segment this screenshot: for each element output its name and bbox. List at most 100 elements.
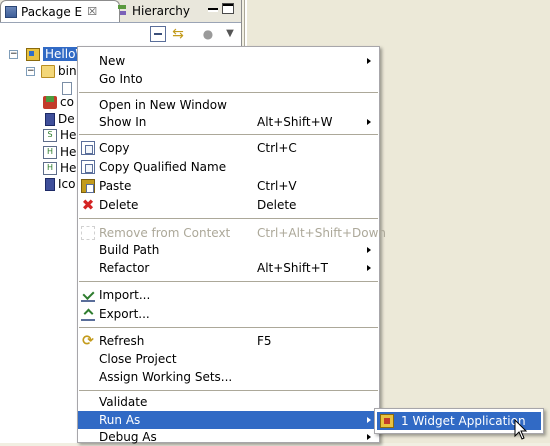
tree-item-de[interactable]: De — [45, 111, 75, 127]
menu-item-assign-working-sets[interactable]: Assign Working Sets... — [78, 368, 379, 386]
maximize-button[interactable] — [222, 3, 234, 14]
submenu-arrow-icon — [367, 58, 371, 64]
submenu-arrow-icon — [367, 417, 371, 423]
menu-item-label: Delete — [99, 198, 139, 212]
menu-item-label: Debug As — [99, 430, 157, 444]
tree-item-ico[interactable]: Ico — [45, 176, 75, 192]
copy-qualified-icon — [81, 160, 95, 174]
view-toolbar: ⇆ ● ▼ — [0, 23, 241, 45]
menu-item-paste[interactable]: Paste Ctrl+V — [78, 177, 379, 195]
view-menu-icon[interactable]: ▼ — [222, 26, 238, 42]
menu-item-label: Open in New Window — [99, 98, 227, 112]
menu-item-import[interactable]: Import... — [78, 286, 379, 304]
tab-package-explorer[interactable]: Package E ☒ — [0, 0, 120, 22]
menu-item-new[interactable]: New — [78, 52, 379, 70]
tree-item-label: He — [60, 145, 77, 159]
import-icon — [81, 288, 95, 302]
menu-item-copy-qualified-name[interactable]: Copy Qualified Name — [78, 158, 379, 176]
menu-item-show-in[interactable]: Show In Alt+Shift+W — [78, 113, 379, 131]
menu-item-label: New — [99, 54, 126, 68]
menu-item-go-into[interactable]: Go Into — [78, 70, 379, 88]
library-icon — [45, 177, 55, 191]
tree-item-label: He — [60, 161, 77, 175]
link-with-editor-icon[interactable]: ⇆ — [170, 26, 186, 42]
menu-separator — [79, 134, 378, 135]
menu-item-accelerator: Ctrl+Alt+Shift+Down — [257, 226, 387, 240]
context-menu: New Go Into Open in New Window Show In A… — [77, 46, 386, 446]
minimize-button[interactable] — [208, 8, 218, 12]
submenu-arrow-icon — [367, 265, 371, 271]
remove-context-icon — [81, 226, 95, 240]
menu-item-label: Run As — [99, 413, 141, 427]
menu-item-close-project[interactable]: Close Project — [78, 350, 379, 368]
submenu-arrow-icon — [367, 434, 371, 440]
menu-item-label: Validate — [99, 395, 148, 409]
menu-item-remove-from-context: Remove from Context Ctrl+Alt+Shift+Down — [78, 224, 386, 242]
cube-icon — [43, 95, 57, 109]
collapse-twisty-icon[interactable]: − — [26, 66, 35, 76]
refresh-icon: ⟳ — [82, 333, 94, 349]
tree-item-label: He — [60, 128, 77, 142]
package-explorer-icon — [5, 5, 17, 18]
menu-item-open-in-new-window[interactable]: Open in New Window — [78, 96, 379, 114]
menu-item-refresh[interactable]: ⟳ Refresh F5 — [78, 332, 379, 350]
menu-item-label: 1 Widget Application — [401, 414, 526, 428]
menu-item-export[interactable]: Export... — [78, 305, 379, 323]
menu-item-label: Copy — [99, 141, 130, 155]
menu-item-run-as[interactable]: Run As — [78, 411, 379, 429]
tree-item-bin[interactable]: − bin — [26, 63, 77, 79]
menu-item-label: Build Path — [99, 243, 160, 257]
h-file-icon: H — [43, 145, 57, 159]
menu-item-refactor[interactable]: Refactor Alt+Shift+T — [78, 259, 379, 277]
menu-item-label: Paste — [99, 179, 132, 193]
collapse-all-icon[interactable] — [150, 26, 166, 42]
file-icon — [62, 81, 72, 95]
menu-item-label: Refresh — [99, 334, 145, 348]
menu-item-accelerator: Alt+Shift+W — [257, 115, 333, 129]
filter-icon[interactable]: ● — [200, 26, 216, 42]
tree-item-he-1[interactable]: S He — [43, 127, 76, 143]
tree-item-label: bin — [58, 64, 77, 78]
menu-item-accelerator: Delete — [257, 198, 297, 212]
tree-item-he-2[interactable]: H He — [43, 144, 76, 160]
tree-item-he-3[interactable]: H He — [43, 160, 76, 176]
h-file-icon: S — [43, 128, 57, 142]
menu-item-accelerator: Alt+Shift+T — [257, 261, 328, 275]
submenu-arrow-icon — [367, 119, 371, 125]
tree-item-label: Ico — [58, 177, 76, 191]
collapse-twisty-icon[interactable]: − — [9, 49, 18, 59]
hierarchy-icon — [116, 4, 128, 17]
menu-item-accelerator: Ctrl+V — [257, 179, 297, 193]
tab-package-explorer-label: Package E — [21, 4, 83, 19]
menu-separator — [79, 92, 378, 93]
menu-item-label: Export... — [99, 307, 150, 321]
library-icon — [45, 112, 55, 126]
menu-item-copy[interactable]: Copy Ctrl+C — [78, 139, 379, 157]
close-icon[interactable]: ☒ — [86, 5, 98, 18]
menu-item-label: Show In — [99, 115, 147, 129]
tree-item-label: co — [60, 95, 74, 109]
menu-item-accelerator: F5 — [257, 334, 272, 348]
tree-item-co[interactable]: co — [43, 94, 74, 110]
menu-separator — [79, 281, 378, 282]
menu-item-label: Close Project — [99, 352, 177, 366]
menu-item-validate[interactable]: Validate — [78, 393, 379, 411]
run-app-icon — [380, 414, 394, 428]
paste-icon — [81, 179, 95, 193]
delete-icon: ✖ — [81, 196, 95, 214]
menu-item-label: Import... — [99, 288, 151, 302]
menu-item-label: Assign Working Sets... — [99, 370, 233, 384]
h-file-icon: H — [43, 161, 57, 175]
tab-hierarchy[interactable]: Hierarchy — [112, 0, 200, 21]
copy-icon — [81, 141, 95, 155]
project-icon — [26, 47, 40, 61]
menu-item-debug-as[interactable]: Debug As — [78, 428, 379, 446]
menu-separator — [79, 218, 378, 219]
menu-item-label: Go Into — [99, 72, 143, 86]
menu-item-label: Copy Qualified Name — [99, 160, 227, 174]
menu-separator — [79, 390, 378, 391]
menu-item-accelerator: Ctrl+C — [257, 141, 297, 155]
menu-item-label: Refactor — [99, 261, 150, 275]
menu-item-build-path[interactable]: Build Path — [78, 241, 379, 259]
menu-item-delete[interactable]: ✖ Delete Delete — [78, 196, 379, 214]
